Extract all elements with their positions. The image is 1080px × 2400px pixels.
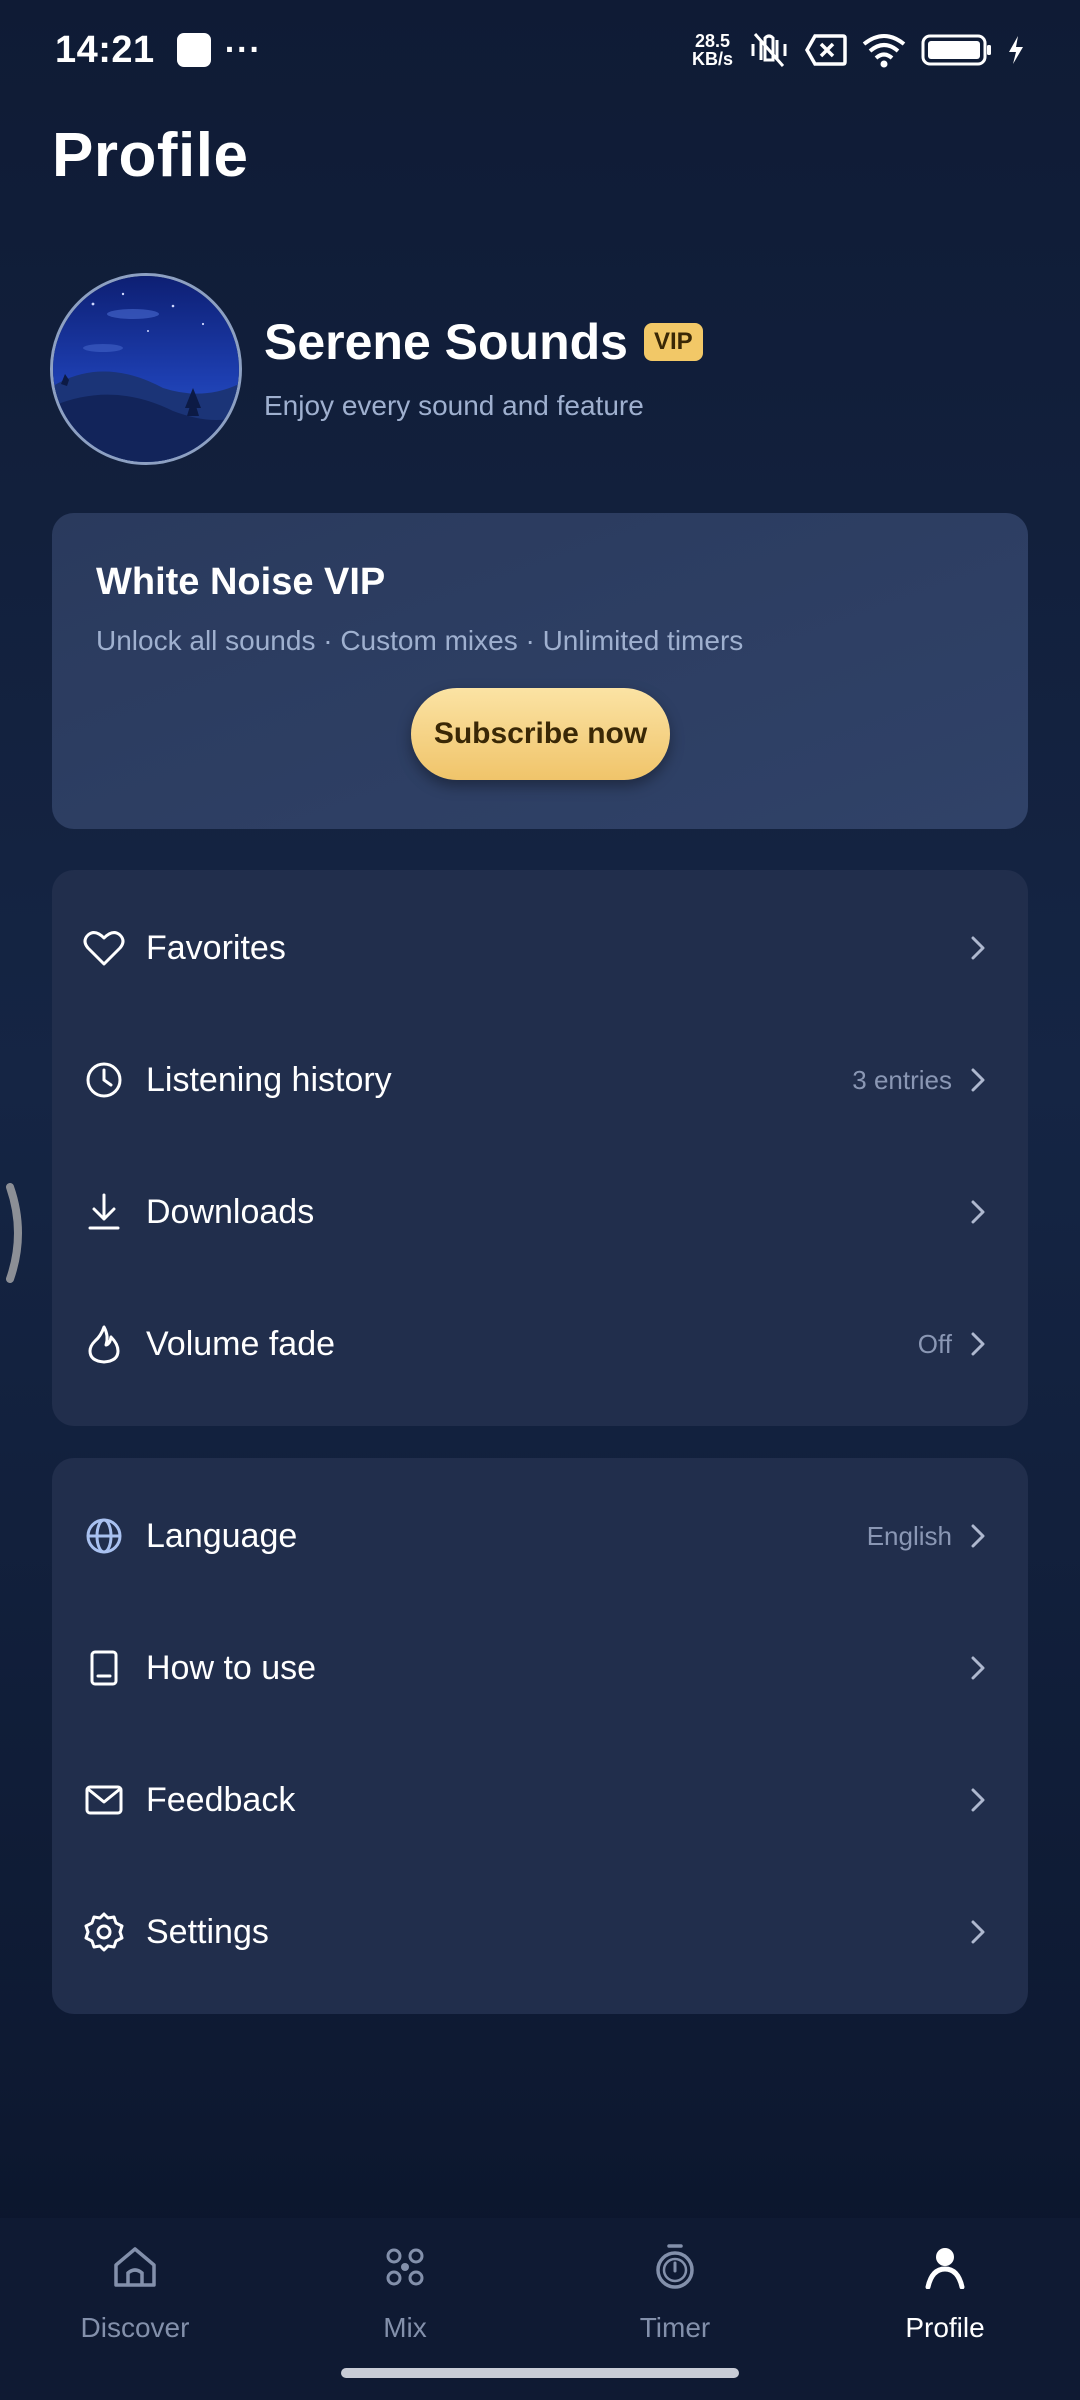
nav-label: Discover — [80, 2312, 190, 2343]
book-icon — [82, 1646, 126, 1690]
menu-card-secondary: Language English How to use Feedback Set… — [52, 1458, 1028, 2014]
home-indicator[interactable] — [341, 2368, 739, 2378]
network-speed: 28.5 KB/s — [692, 32, 733, 68]
vibrate-off-icon — [747, 30, 791, 70]
subscribe-button[interactable]: Subscribe now — [411, 688, 670, 780]
chevron-right-icon — [966, 1788, 990, 1812]
network-speed-unit: KB/s — [691, 49, 733, 69]
chevron-right-icon — [966, 1920, 990, 1944]
notification-square-icon — [176, 33, 211, 67]
menu-item-feedback[interactable]: Feedback — [52, 1734, 1028, 1866]
menu-item-value: 3 entries — [852, 1064, 952, 1095]
mail-icon — [82, 1778, 126, 1822]
avatar[interactable] — [50, 273, 242, 465]
status-time: 14:21 — [55, 28, 155, 71]
heart-icon — [82, 926, 126, 970]
chevron-right-icon — [966, 1332, 990, 1356]
menu-item-value: Off — [917, 1328, 952, 1359]
globe-icon — [82, 1514, 126, 1558]
menu-item-label: Feedback — [146, 1780, 296, 1819]
menu-item-settings[interactable]: Settings — [52, 1866, 1028, 1998]
menu-item-label: Listening history — [146, 1060, 392, 1099]
chevron-right-icon — [966, 1656, 990, 1680]
chevron-right-icon — [966, 1200, 990, 1224]
chevron-right-icon — [966, 1524, 990, 1548]
gear-icon — [82, 1910, 126, 1954]
battery-icon — [921, 33, 993, 67]
nav-label: Timer — [639, 2312, 711, 2343]
nav-label: Mix — [383, 2312, 427, 2343]
menu-item-label: Settings — [146, 1912, 269, 1951]
flame-icon — [82, 1322, 126, 1366]
nav-label: Profile — [905, 2312, 985, 2343]
menu-item-language[interactable]: Language English — [52, 1470, 1028, 1602]
menu-item-value: English — [866, 1520, 952, 1551]
vip-card-title: White Noise VIP — [96, 561, 386, 603]
profile-name: Serene Sounds — [264, 314, 628, 370]
wifi-icon — [861, 32, 907, 68]
menu-item-label: Language — [146, 1516, 298, 1555]
menu-item-how-to-use[interactable]: How to use — [52, 1602, 1028, 1734]
nav-tab-mix[interactable]: Mix — [270, 2218, 540, 2368]
menu-item-label: Downloads — [146, 1192, 315, 1231]
network-speed-value: 28.5 — [694, 31, 731, 51]
vip-card[interactable]: White Noise VIP Unlock all sounds · Cust… — [52, 513, 1028, 829]
clock-icon — [82, 1058, 126, 1102]
download-icon — [82, 1190, 126, 1234]
menu-item-downloads[interactable]: Downloads — [52, 1146, 1028, 1278]
menu-item-volume-fade[interactable]: Volume fade Off — [52, 1278, 1028, 1410]
nav-tab-discover[interactable]: Discover — [0, 2218, 270, 2368]
menu-item-favorites[interactable]: Favorites — [52, 882, 1028, 1014]
menu-card-primary: Favorites Listening history 3 entries Do… — [52, 870, 1028, 1426]
home-icon — [108, 2240, 162, 2294]
vip-badge: VIP — [644, 323, 703, 361]
nav-tab-profile[interactable]: Profile — [810, 2218, 1080, 2368]
page-title: Profile — [52, 121, 249, 190]
charging-icon — [1007, 35, 1025, 65]
menu-item-label: Volume fade — [146, 1324, 336, 1363]
chevron-right-icon — [966, 1068, 990, 1092]
nav-tab-timer[interactable]: Timer — [540, 2218, 810, 2368]
menu-item-listening-history[interactable]: Listening history 3 entries — [52, 1014, 1028, 1146]
more-dots-icon: ··· — [224, 31, 262, 69]
profile-header[interactable]: Serene Sounds VIP Enjoy every sound and … — [50, 273, 1030, 468]
profile-subtitle: Enjoy every sound and feature — [264, 390, 644, 421]
edge-swipe-handle[interactable] — [0, 1183, 30, 1283]
menu-item-label: How to use — [146, 1648, 317, 1687]
person-icon — [918, 2240, 972, 2294]
chevron-right-icon — [966, 936, 990, 960]
status-bar: 14:21 ··· 28.5 KB/s — [0, 0, 1080, 100]
sim-off-icon — [805, 33, 847, 67]
vip-card-features: Unlock all sounds · Custom mixes · Unlim… — [96, 625, 744, 656]
profile-name-row: Serene Sounds VIP — [264, 313, 703, 371]
menu-item-label: Favorites — [146, 928, 286, 967]
mix-icon — [378, 2240, 432, 2294]
stopwatch-icon — [648, 2240, 702, 2294]
